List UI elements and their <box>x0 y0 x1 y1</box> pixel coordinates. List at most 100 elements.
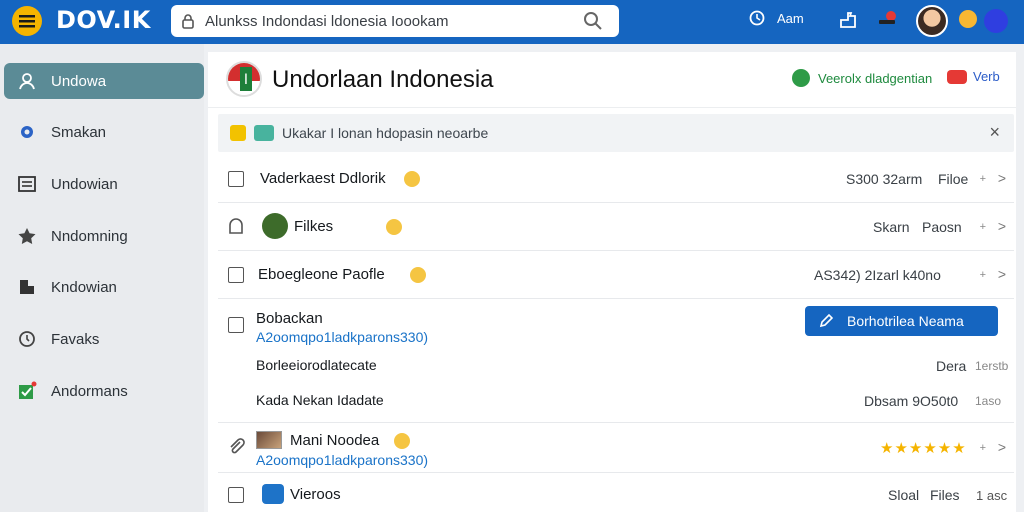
chevron-right-icon[interactable]: > <box>998 218 1006 234</box>
row-link[interactable]: A2oomqpo1ladkparons330) <box>256 452 428 468</box>
sidebar-item-label: Nndomning <box>51 227 128 245</box>
row-meta: Sloal <box>888 487 920 503</box>
emoji-icon <box>394 433 410 449</box>
sidebar-item-kndowian[interactable]: Kndowian <box>4 269 204 305</box>
row-accent: Filoe <box>938 171 969 187</box>
emoji-icon <box>386 219 402 235</box>
row-accent: Paosn <box>922 219 962 235</box>
search-input[interactable] <box>205 12 565 30</box>
row-title: Bobackan <box>256 310 323 327</box>
row-title: Vieroos <box>290 486 341 503</box>
sidebar-item-label: Favaks <box>51 330 100 348</box>
rating-stars[interactable]: ★★★★★★ <box>880 439 967 457</box>
list-item[interactable]: Mani Noodea A2oomqpo1ladkparons330) ★★★★… <box>218 423 1014 473</box>
row-meta: S300 32arm <box>846 171 923 187</box>
folder-icon <box>16 276 38 298</box>
row-title: Eboegleone Paofle <box>258 266 385 283</box>
main-panel: I Undorlaan Indonesia Veerolx dladgentia… <box>208 52 1016 512</box>
chevron-right-icon[interactable]: > <box>998 266 1006 282</box>
list-item[interactable]: Filkes Skarn Paosn + > <box>218 203 1014 251</box>
emoji-icon <box>410 267 426 283</box>
sidebar-item-andormans[interactable]: Andormans <box>4 373 204 409</box>
notifications-icon[interactable] <box>838 10 858 30</box>
info-icon <box>230 125 246 141</box>
sub-row-meta: 1erstb <box>975 359 1009 373</box>
sidebar-item-label: Kndowian <box>51 278 117 296</box>
star-icon <box>16 225 38 247</box>
app-logo[interactable]: DOV.IK <box>56 6 151 34</box>
list-item[interactable]: Eboegleone Paofle AS342) 2Izarl k40no + … <box>218 251 1014 299</box>
top-bar: DOV.IK Aam <box>0 0 1024 44</box>
row-accent: Files <box>930 487 960 503</box>
checkbox[interactable] <box>228 487 244 503</box>
chat-icon <box>254 125 274 141</box>
badge-icon <box>947 69 967 84</box>
sidebar-item-label: Smakan <box>51 123 107 141</box>
avatar[interactable] <box>916 5 948 37</box>
sidebar-item-label: Undowa <box>51 72 107 90</box>
verify-status[interactable]: Veerolx dladgentian <box>792 69 932 87</box>
plus-icon[interactable]: + <box>980 269 986 281</box>
page-header: I Undorlaan Indonesia Veerolx dladgentia… <box>208 52 1016 108</box>
user-icon <box>16 70 38 92</box>
account-label: Aam <box>777 10 804 26</box>
row-meta: Skarn <box>873 219 910 235</box>
notice-text: Ukakar I lonan hdopasin neoarbe <box>282 125 489 141</box>
sub-row-value: Dbsam 9O50t0 <box>864 393 959 409</box>
search-icon[interactable] <box>583 11 603 31</box>
sub-row-label: Kada Nekan Idadate <box>256 392 384 408</box>
alert-icon[interactable] <box>877 10 899 26</box>
list-item[interactable]: Vaderkaest Ddlorik S300 32arm Filoe + > <box>218 155 1014 203</box>
check-icon <box>16 380 38 402</box>
plus-icon[interactable]: + <box>980 442 986 454</box>
gear-icon <box>16 121 38 143</box>
sidebar-item-smakan[interactable]: Smakan <box>4 114 204 150</box>
verified-icon <box>792 69 810 87</box>
sub-row-label: Borleeiorodlatecate <box>256 357 377 373</box>
lock-icon <box>182 14 194 29</box>
attachment-icon <box>228 438 246 461</box>
account-menu[interactable]: Aam <box>749 10 804 26</box>
search-bar[interactable] <box>171 5 619 37</box>
primary-action-button[interactable]: Borhotrilea Neama <box>805 306 998 336</box>
row-meta: AS342) 2Izarl k40no <box>814 267 941 283</box>
row-title: Mani Noodea <box>290 432 380 449</box>
sidebar: Undowa Smakan Undowian Nndomning Kndowia… <box>0 44 204 512</box>
checkbox[interactable] <box>228 267 244 283</box>
file-type-icon <box>262 213 288 239</box>
list-icon <box>16 173 38 195</box>
cta-label: Borhotrilea Neama <box>847 313 964 329</box>
edit-icon <box>819 314 833 328</box>
checkbox[interactable] <box>228 317 244 333</box>
chevron-right-icon[interactable]: > <box>998 170 1006 186</box>
clock-icon <box>16 328 38 350</box>
sidebar-item-favaks[interactable]: Favaks <box>4 321 204 357</box>
chevron-right-icon[interactable]: > <box>998 439 1006 455</box>
sidebar-item-undowian[interactable]: Undowian <box>4 166 204 202</box>
sidebar-item-label: Andormans <box>51 382 128 400</box>
notice-banner: Ukakar I lonan hdopasin neoarbe × <box>218 114 1014 152</box>
row-link[interactable]: A2oomqpo1ladkparons330) <box>256 329 428 345</box>
status-icon[interactable] <box>959 10 977 28</box>
emoji-icon <box>404 171 420 187</box>
svg-text:I: I <box>244 72 248 88</box>
close-icon[interactable]: × <box>989 122 1000 143</box>
profile-icon[interactable] <box>984 9 1008 33</box>
hamburger-menu-icon[interactable] <box>12 6 42 36</box>
sidebar-item-nndomning[interactable]: Nndomning <box>4 218 204 254</box>
row-title: Filkes <box>294 218 334 235</box>
list-item[interactable]: Vieroos Sloal Files 1 asc <box>218 473 1014 512</box>
sidebar-item-label: Undowian <box>51 175 118 193</box>
sub-row-meta: 1aso <box>975 394 1002 408</box>
plus-icon[interactable]: + <box>980 221 986 233</box>
badge-label: Verb <box>973 69 1000 84</box>
row-title: Vaderkaest Ddlorik <box>260 170 386 187</box>
sidebar-item-undowa[interactable]: Undowa <box>4 63 204 99</box>
verb-badge[interactable]: Verb <box>947 69 1000 84</box>
flag-icon: I <box>226 61 262 97</box>
checkbox[interactable] <box>228 171 244 187</box>
sub-row-value: Dera <box>936 358 967 374</box>
plus-icon[interactable]: + <box>980 173 986 185</box>
row-count: 1 asc <box>976 488 1008 503</box>
video-icon <box>262 484 284 504</box>
